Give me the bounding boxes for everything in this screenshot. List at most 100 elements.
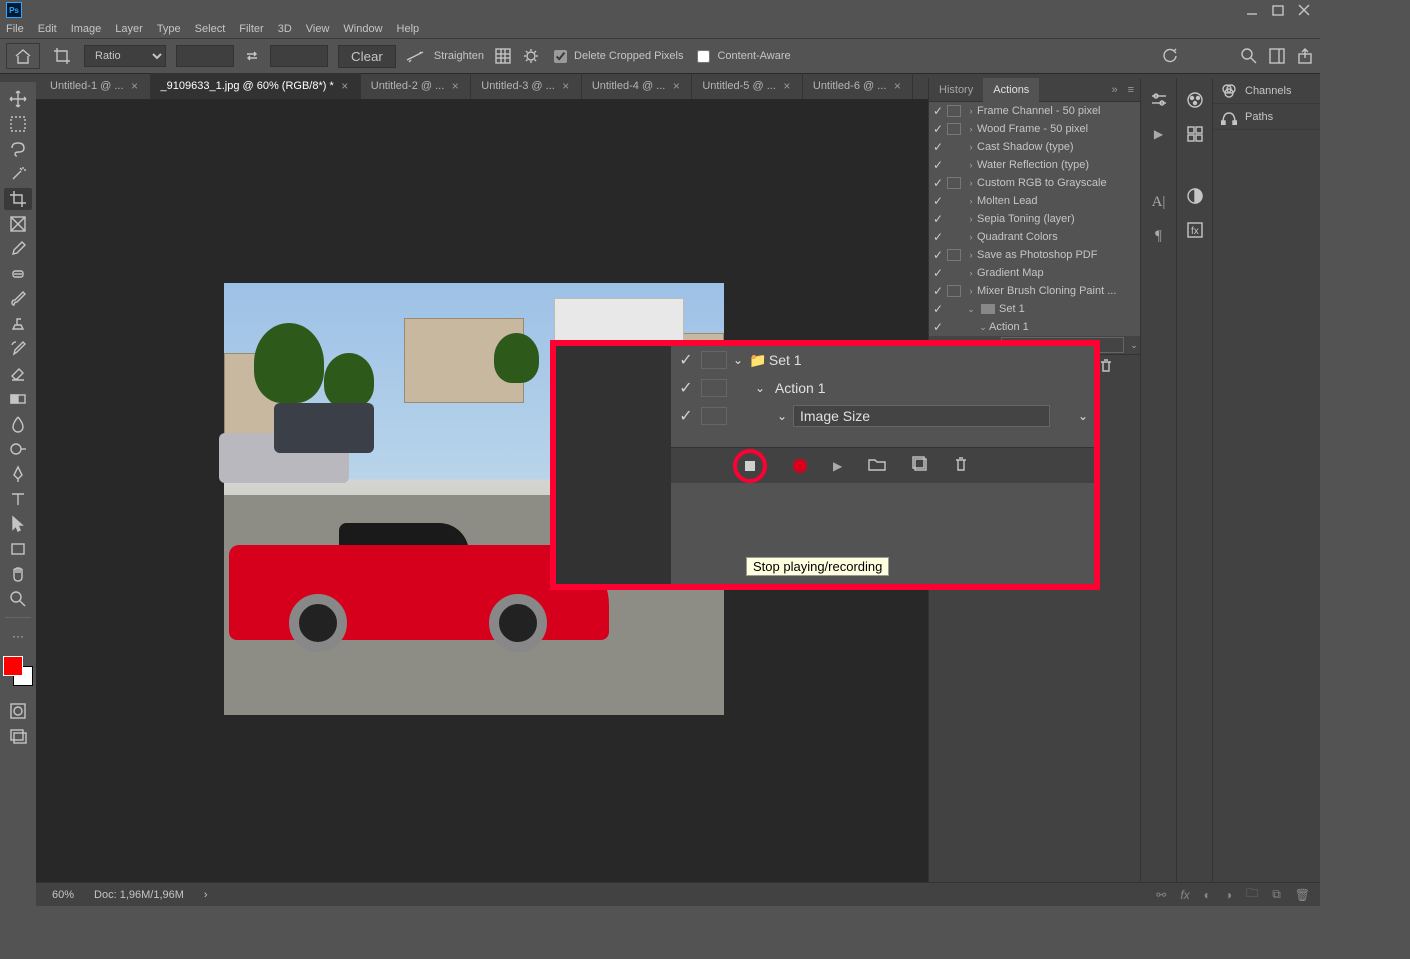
menu-help[interactable]: Help [397, 23, 420, 35]
document-tab[interactable]: _9109633_1.jpg @ 60% (RGB/8*) *× [151, 73, 361, 99]
status-chevron-icon[interactable]: › [204, 889, 208, 901]
screen-mode-button[interactable] [4, 725, 32, 747]
menu-3d[interactable]: 3D [278, 23, 292, 35]
menu-filter[interactable]: Filter [239, 23, 263, 35]
stop-recording-button[interactable] [733, 449, 767, 483]
frame-tool[interactable] [4, 213, 32, 235]
eyedropper-tool[interactable] [4, 238, 32, 260]
crop-width-input[interactable] [176, 45, 234, 67]
paths-panel-button[interactable]: Paths [1213, 104, 1320, 130]
marquee-tool[interactable] [4, 113, 32, 135]
home-button[interactable] [6, 43, 40, 69]
swap-dimensions-icon[interactable] [244, 48, 260, 64]
overlay-grid-icon[interactable] [494, 47, 512, 65]
properties-icon[interactable] [1149, 90, 1169, 110]
zoom-level[interactable]: 60% [52, 889, 74, 901]
history-brush-tool[interactable] [4, 338, 32, 360]
close-icon[interactable]: × [561, 81, 571, 91]
close-window-button[interactable] [1294, 3, 1314, 17]
document-tab[interactable]: Untitled-5 @ ...× [692, 73, 803, 99]
link-layers-icon[interactable]: ⚯ [1156, 888, 1166, 902]
quick-mask-button[interactable] [4, 700, 32, 722]
actions-list[interactable]: ✓›Frame Channel - 50 pixel ✓›Wood Frame … [929, 102, 1140, 354]
menu-select[interactable]: Select [195, 23, 226, 35]
play-icon[interactable]: ▶ [833, 459, 842, 473]
zoom-tool[interactable] [4, 588, 32, 610]
document-tab[interactable]: Untitled-1 @ ...× [40, 73, 151, 99]
panel-expand-icon[interactable]: » [1107, 84, 1121, 96]
close-icon[interactable]: × [130, 81, 140, 91]
play-panel-icon[interactable]: ▶ [1149, 124, 1169, 144]
adjustments-panel-icon[interactable] [1185, 186, 1205, 206]
record-button[interactable] [793, 459, 807, 473]
folder-icon[interactable] [868, 457, 886, 474]
crop-ratio-select[interactable]: Ratio [84, 45, 166, 67]
new-action-icon[interactable] [912, 456, 928, 475]
trash-icon[interactable] [1100, 359, 1112, 375]
history-tab[interactable]: History [929, 78, 983, 102]
styles-panel-icon[interactable]: fx [1185, 220, 1205, 240]
document-tab[interactable]: Untitled-3 @ ...× [471, 73, 582, 99]
gradient-tool[interactable] [4, 388, 32, 410]
close-icon[interactable]: × [782, 81, 792, 91]
new-group-icon[interactable]: 🗀 [1246, 884, 1258, 905]
brush-tool[interactable] [4, 288, 32, 310]
minimize-button[interactable] [1242, 3, 1262, 17]
character-panel-icon[interactable]: A| [1149, 192, 1169, 212]
content-aware-checkbox[interactable]: Content-Aware [693, 47, 790, 66]
move-tool[interactable] [4, 88, 32, 110]
hand-tool[interactable] [4, 563, 32, 585]
share-icon[interactable] [1296, 47, 1314, 65]
swatches-panel-icon[interactable] [1185, 124, 1205, 144]
straighten-icon[interactable] [406, 47, 424, 65]
color-panel-icon[interactable] [1185, 90, 1205, 110]
actions-tab[interactable]: Actions [983, 78, 1039, 102]
menu-window[interactable]: Window [343, 23, 382, 35]
pen-tool[interactable] [4, 463, 32, 485]
workspace-icon[interactable] [1268, 47, 1286, 65]
delete-cropped-checkbox[interactable]: Delete Cropped Pixels [550, 47, 683, 66]
magic-wand-tool[interactable] [4, 163, 32, 185]
maximize-button[interactable] [1268, 3, 1288, 17]
crop-height-input[interactable] [270, 45, 328, 67]
crop-tool-icon[interactable] [50, 44, 74, 68]
healing-brush-tool[interactable] [4, 263, 32, 285]
menu-view[interactable]: View [306, 23, 330, 35]
close-icon[interactable]: × [450, 81, 460, 91]
close-icon[interactable]: × [671, 81, 681, 91]
reset-icon[interactable] [1162, 47, 1180, 65]
menu-image[interactable]: Image [71, 23, 102, 35]
channels-panel-button[interactable]: Channels [1213, 78, 1320, 104]
eraser-tool[interactable] [4, 363, 32, 385]
doc-info[interactable]: Doc: 1,96M/1,96M [94, 889, 184, 901]
dodge-tool[interactable] [4, 438, 32, 460]
paragraph-panel-icon[interactable]: ¶ [1149, 226, 1169, 246]
menu-edit[interactable]: Edit [38, 23, 57, 35]
edit-toolbar-button[interactable]: ··· [4, 625, 32, 647]
search-icon[interactable] [1240, 47, 1258, 65]
lasso-tool[interactable] [4, 138, 32, 160]
trash-icon[interactable] [954, 456, 968, 475]
panel-menu-icon[interactable]: ≡ [1122, 84, 1140, 96]
color-swatches[interactable] [3, 656, 33, 686]
document-tab[interactable]: Untitled-4 @ ...× [582, 73, 693, 99]
crop-settings-icon[interactable] [522, 47, 540, 65]
type-tool[interactable] [4, 488, 32, 510]
document-tab[interactable]: Untitled-6 @ ...× [803, 73, 914, 99]
blur-tool[interactable] [4, 413, 32, 435]
menu-layer[interactable]: Layer [115, 23, 143, 35]
fx-icon[interactable]: fx [1180, 888, 1189, 902]
clear-button[interactable]: Clear [338, 45, 396, 68]
clone-stamp-tool[interactable] [4, 313, 32, 335]
fill-adjust-icon[interactable]: ◑ [1225, 888, 1232, 902]
menu-file[interactable]: File [6, 23, 24, 35]
delete-layer-icon[interactable]: 🗑 [1295, 888, 1310, 902]
path-selection-tool[interactable] [4, 513, 32, 535]
document-tab[interactable]: Untitled-2 @ ...× [361, 73, 472, 99]
rectangle-tool[interactable] [4, 538, 32, 560]
mask-icon[interactable]: ◐ [1204, 888, 1211, 902]
menu-type[interactable]: Type [157, 23, 181, 35]
close-icon[interactable]: × [340, 81, 350, 91]
new-layer-icon[interactable]: ⧉ [1272, 887, 1281, 902]
crop-tool[interactable] [4, 188, 32, 210]
